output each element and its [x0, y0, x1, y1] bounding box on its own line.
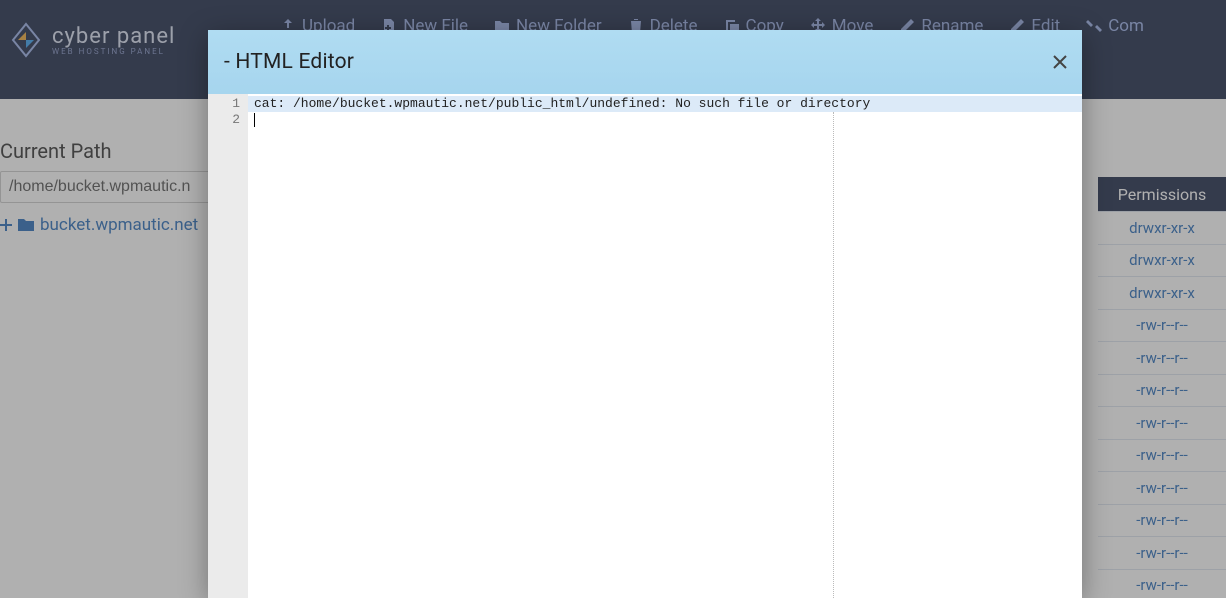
editor-guide-line	[833, 112, 834, 598]
modal-title: - HTML Editor	[224, 50, 354, 74]
code-editor[interactable]: 1 2 cat: /home/bucket.wpmautic.net/publi…	[208, 94, 1082, 598]
text-cursor	[254, 113, 255, 127]
gutter-line: 1	[208, 96, 248, 112]
close-button[interactable]	[1046, 48, 1074, 76]
code-line[interactable]: cat: /home/bucket.wpmautic.net/public_ht…	[248, 96, 1082, 112]
html-editor-modal: - HTML Editor 1 2 cat: /home/bucket.wpma…	[208, 30, 1082, 598]
gutter-line: 2	[208, 112, 248, 128]
code-line[interactable]	[248, 112, 1082, 128]
close-icon	[1053, 55, 1067, 69]
editor-code-area[interactable]: cat: /home/bucket.wpmautic.net/public_ht…	[248, 94, 1082, 598]
editor-gutter: 1 2	[208, 94, 248, 598]
modal-header: - HTML Editor	[208, 30, 1082, 94]
